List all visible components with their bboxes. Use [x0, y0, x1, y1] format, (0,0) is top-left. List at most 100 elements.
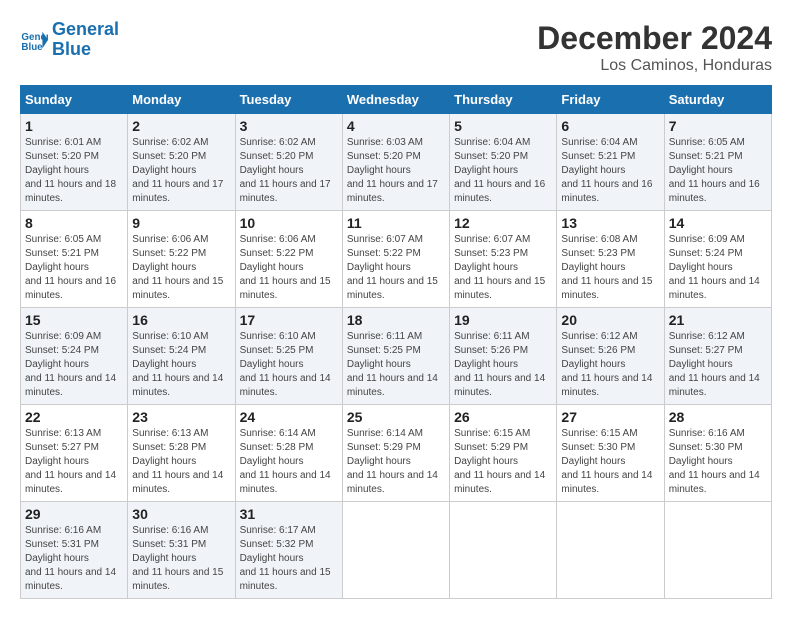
day-info: Sunrise: 6:13 AM Sunset: 5:27 PM Dayligh…	[25, 427, 123, 497]
calendar-cell: 7 Sunrise: 6:05 AM Sunset: 5:21 PM Dayli…	[664, 114, 771, 211]
day-number: 17	[240, 312, 338, 328]
calendar-cell: 21 Sunrise: 6:12 AM Sunset: 5:27 PM Dayl…	[664, 308, 771, 405]
svg-text:Blue: Blue	[21, 42, 43, 53]
day-info: Sunrise: 6:15 AM Sunset: 5:29 PM Dayligh…	[454, 427, 552, 497]
day-info: Sunrise: 6:13 AM Sunset: 5:28 PM Dayligh…	[132, 427, 230, 497]
day-info: Sunrise: 6:01 AM Sunset: 5:20 PM Dayligh…	[25, 136, 123, 206]
day-number: 26	[454, 409, 552, 425]
day-number: 29	[25, 506, 123, 522]
day-info: Sunrise: 6:11 AM Sunset: 5:26 PM Dayligh…	[454, 330, 552, 400]
day-number: 4	[347, 118, 445, 134]
calendar-day-header: Thursday	[450, 86, 557, 114]
calendar-cell: 9 Sunrise: 6:06 AM Sunset: 5:22 PM Dayli…	[128, 211, 235, 308]
day-number: 23	[132, 409, 230, 425]
calendar-body: 1 Sunrise: 6:01 AM Sunset: 5:20 PM Dayli…	[21, 114, 772, 599]
day-info: Sunrise: 6:16 AM Sunset: 5:30 PM Dayligh…	[669, 427, 767, 497]
day-info: Sunrise: 6:06 AM Sunset: 5:22 PM Dayligh…	[132, 233, 230, 303]
calendar-cell: 17 Sunrise: 6:10 AM Sunset: 5:25 PM Dayl…	[235, 308, 342, 405]
calendar-cell: 15 Sunrise: 6:09 AM Sunset: 5:24 PM Dayl…	[21, 308, 128, 405]
day-info: Sunrise: 6:02 AM Sunset: 5:20 PM Dayligh…	[132, 136, 230, 206]
calendar-day-header: Sunday	[21, 86, 128, 114]
logo: General Blue General Blue	[20, 20, 119, 60]
calendar-cell: 6 Sunrise: 6:04 AM Sunset: 5:21 PM Dayli…	[557, 114, 664, 211]
day-number: 1	[25, 118, 123, 134]
day-number: 9	[132, 215, 230, 231]
calendar-cell: 18 Sunrise: 6:11 AM Sunset: 5:25 PM Dayl…	[342, 308, 449, 405]
calendar-week-row: 22 Sunrise: 6:13 AM Sunset: 5:27 PM Dayl…	[21, 405, 772, 502]
title-block: December 2024 Los Caminos, Honduras	[537, 20, 772, 75]
day-number: 24	[240, 409, 338, 425]
calendar-cell: 13 Sunrise: 6:08 AM Sunset: 5:23 PM Dayl…	[557, 211, 664, 308]
day-number: 6	[561, 118, 659, 134]
calendar-cell: 16 Sunrise: 6:10 AM Sunset: 5:24 PM Dayl…	[128, 308, 235, 405]
day-info: Sunrise: 6:09 AM Sunset: 5:24 PM Dayligh…	[25, 330, 123, 400]
day-number: 11	[347, 215, 445, 231]
day-info: Sunrise: 6:10 AM Sunset: 5:24 PM Dayligh…	[132, 330, 230, 400]
calendar-week-row: 29 Sunrise: 6:16 AM Sunset: 5:31 PM Dayl…	[21, 502, 772, 599]
day-number: 12	[454, 215, 552, 231]
day-info: Sunrise: 6:08 AM Sunset: 5:23 PM Dayligh…	[561, 233, 659, 303]
day-number: 2	[132, 118, 230, 134]
day-number: 27	[561, 409, 659, 425]
calendar-cell: 22 Sunrise: 6:13 AM Sunset: 5:27 PM Dayl…	[21, 405, 128, 502]
calendar-cell: 30 Sunrise: 6:16 AM Sunset: 5:31 PM Dayl…	[128, 502, 235, 599]
calendar-cell: 28 Sunrise: 6:16 AM Sunset: 5:30 PM Dayl…	[664, 405, 771, 502]
calendar-cell: 2 Sunrise: 6:02 AM Sunset: 5:20 PM Dayli…	[128, 114, 235, 211]
calendar-cell: 5 Sunrise: 6:04 AM Sunset: 5:20 PM Dayli…	[450, 114, 557, 211]
calendar-cell: 12 Sunrise: 6:07 AM Sunset: 5:23 PM Dayl…	[450, 211, 557, 308]
calendar-cell: 24 Sunrise: 6:14 AM Sunset: 5:28 PM Dayl…	[235, 405, 342, 502]
day-number: 30	[132, 506, 230, 522]
day-info: Sunrise: 6:17 AM Sunset: 5:32 PM Dayligh…	[240, 524, 338, 594]
calendar-cell: 8 Sunrise: 6:05 AM Sunset: 5:21 PM Dayli…	[21, 211, 128, 308]
day-info: Sunrise: 6:11 AM Sunset: 5:25 PM Dayligh…	[347, 330, 445, 400]
calendar-cell: 11 Sunrise: 6:07 AM Sunset: 5:22 PM Dayl…	[342, 211, 449, 308]
calendar-cell: 25 Sunrise: 6:14 AM Sunset: 5:29 PM Dayl…	[342, 405, 449, 502]
day-number: 15	[25, 312, 123, 328]
calendar-cell: 31 Sunrise: 6:17 AM Sunset: 5:32 PM Dayl…	[235, 502, 342, 599]
page-header: General Blue General Blue December 2024 …	[20, 20, 772, 75]
day-number: 20	[561, 312, 659, 328]
day-number: 5	[454, 118, 552, 134]
page-title: December 2024	[537, 20, 772, 57]
day-number: 19	[454, 312, 552, 328]
day-info: Sunrise: 6:05 AM Sunset: 5:21 PM Dayligh…	[25, 233, 123, 303]
day-info: Sunrise: 6:14 AM Sunset: 5:29 PM Dayligh…	[347, 427, 445, 497]
day-number: 8	[25, 215, 123, 231]
day-number: 18	[347, 312, 445, 328]
day-info: Sunrise: 6:05 AM Sunset: 5:21 PM Dayligh…	[669, 136, 767, 206]
calendar-cell: 4 Sunrise: 6:03 AM Sunset: 5:20 PM Dayli…	[342, 114, 449, 211]
day-number: 3	[240, 118, 338, 134]
day-info: Sunrise: 6:10 AM Sunset: 5:25 PM Dayligh…	[240, 330, 338, 400]
calendar-header: SundayMondayTuesdayWednesdayThursdayFrid…	[21, 86, 772, 114]
day-info: Sunrise: 6:06 AM Sunset: 5:22 PM Dayligh…	[240, 233, 338, 303]
day-info: Sunrise: 6:12 AM Sunset: 5:27 PM Dayligh…	[669, 330, 767, 400]
day-info: Sunrise: 6:09 AM Sunset: 5:24 PM Dayligh…	[669, 233, 767, 303]
calendar-header-row: SundayMondayTuesdayWednesdayThursdayFrid…	[21, 86, 772, 114]
calendar-cell: 19 Sunrise: 6:11 AM Sunset: 5:26 PM Dayl…	[450, 308, 557, 405]
calendar-day-header: Saturday	[664, 86, 771, 114]
day-number: 28	[669, 409, 767, 425]
day-number: 22	[25, 409, 123, 425]
calendar-cell	[450, 502, 557, 599]
calendar-cell: 14 Sunrise: 6:09 AM Sunset: 5:24 PM Dayl…	[664, 211, 771, 308]
calendar-day-header: Wednesday	[342, 86, 449, 114]
day-info: Sunrise: 6:03 AM Sunset: 5:20 PM Dayligh…	[347, 136, 445, 206]
calendar-week-row: 15 Sunrise: 6:09 AM Sunset: 5:24 PM Dayl…	[21, 308, 772, 405]
day-info: Sunrise: 6:07 AM Sunset: 5:22 PM Dayligh…	[347, 233, 445, 303]
day-info: Sunrise: 6:07 AM Sunset: 5:23 PM Dayligh…	[454, 233, 552, 303]
calendar-cell	[664, 502, 771, 599]
calendar-cell	[557, 502, 664, 599]
day-info: Sunrise: 6:15 AM Sunset: 5:30 PM Dayligh…	[561, 427, 659, 497]
logo-icon: General Blue	[20, 26, 48, 54]
calendar-table: SundayMondayTuesdayWednesdayThursdayFrid…	[20, 85, 772, 599]
calendar-cell: 10 Sunrise: 6:06 AM Sunset: 5:22 PM Dayl…	[235, 211, 342, 308]
day-info: Sunrise: 6:04 AM Sunset: 5:20 PM Dayligh…	[454, 136, 552, 206]
calendar-cell: 20 Sunrise: 6:12 AM Sunset: 5:26 PM Dayl…	[557, 308, 664, 405]
page-subtitle: Los Caminos, Honduras	[537, 57, 772, 75]
calendar-day-header: Friday	[557, 86, 664, 114]
day-info: Sunrise: 6:16 AM Sunset: 5:31 PM Dayligh…	[25, 524, 123, 594]
logo-text: General Blue	[52, 20, 119, 60]
day-info: Sunrise: 6:04 AM Sunset: 5:21 PM Dayligh…	[561, 136, 659, 206]
calendar-week-row: 1 Sunrise: 6:01 AM Sunset: 5:20 PM Dayli…	[21, 114, 772, 211]
calendar-cell: 27 Sunrise: 6:15 AM Sunset: 5:30 PM Dayl…	[557, 405, 664, 502]
